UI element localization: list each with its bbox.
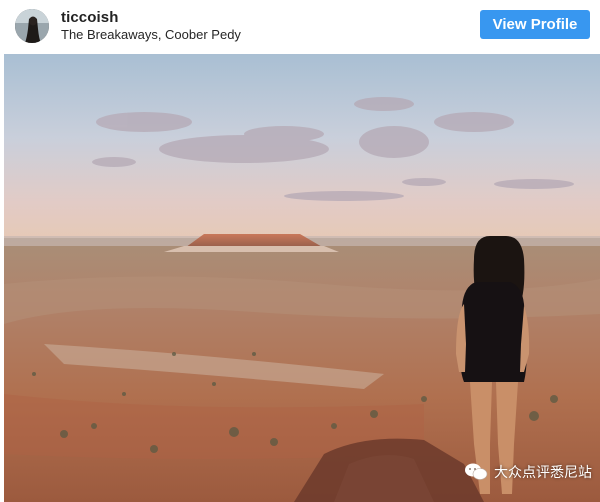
username[interactable]: ticcoish	[61, 9, 118, 26]
avatar[interactable]	[15, 9, 49, 43]
post-header: ticcoish The Breakaways, Coober Pedy Vie…	[0, 0, 600, 52]
post-photo[interactable]: 大众点评悉尼站	[4, 54, 600, 502]
watermark: 大众点评悉尼站	[464, 462, 592, 482]
wechat-icon	[465, 463, 488, 480]
watermark-text: 大众点评悉尼站	[494, 465, 592, 481]
view-profile-button[interactable]: View Profile	[480, 10, 590, 39]
location-link[interactable]: The Breakaways, Coober Pedy	[61, 27, 241, 42]
